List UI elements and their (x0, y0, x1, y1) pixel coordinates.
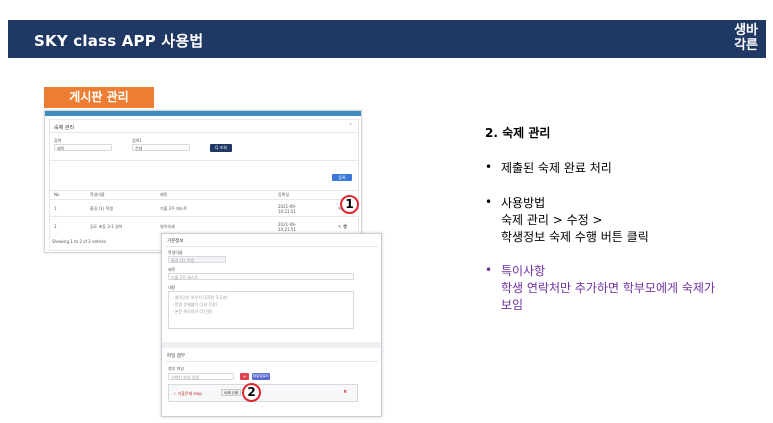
brand-logo-line2: 각른 (734, 38, 758, 53)
bullet-text: 제출된 숙제 완료 처리 (501, 161, 612, 175)
attached-file-name: ✓ 기출문제.hwp (173, 391, 202, 396)
title-field[interactable]: 기출 2주 테스트 (168, 273, 354, 280)
bullet-text: 특이사항 (501, 264, 546, 278)
card-title: 숙제 관리 (54, 125, 74, 131)
bullet-dot: • (485, 160, 493, 174)
divider (50, 216, 358, 217)
header-title: SKY class APP 사용법 (34, 32, 204, 50)
category-value: 전체 (135, 146, 143, 151)
row-title: 기출 2주 테스트 (160, 206, 188, 211)
brand-logo: 생바 각른 (734, 23, 758, 53)
bullet-dot: • (485, 263, 493, 277)
row-student: 홍길 (1) 학생 (90, 206, 113, 211)
row-no: 1 (54, 224, 57, 229)
content-line: - 문법 문제풀이 (1과 문장) (172, 302, 218, 307)
row-title: 영어숙제 (160, 224, 175, 229)
basic-info-title: 기본정보 (167, 239, 184, 244)
homework-edit-screenshot: 기본정보 학생이름 홍길 (1) 학생 제목 기출 2주 테스트 내용 - 영어… (161, 233, 382, 417)
column-header: No (54, 192, 60, 197)
row-student: 김도 초등 3-1 영어 (90, 224, 123, 229)
row-date: 2021-09-10:21:51 (278, 204, 297, 214)
content-textarea[interactable]: - 영어단어 외우기 (1학년 1-1과) - 문법 문제풀이 (1과 문장) … (168, 291, 354, 329)
upload-button[interactable]: 파일업로드 (252, 373, 270, 380)
attached-file-list: ✓ 기출문제.hwp 숙제 수행 ✖ (168, 384, 358, 402)
row-date: 2021-09-10:21:51 (278, 222, 297, 232)
bullet-text: 학생 연락처만 추가하면 학부모에게 숙제가 (501, 281, 715, 295)
row-no: 1 (54, 206, 57, 211)
divider (166, 246, 378, 247)
header-bar: SKY class APP 사용법 생바 각른 (8, 20, 766, 58)
add-button[interactable]: 등록 (332, 174, 352, 181)
content-line: - 영어단어 외우기 (1학년 1-1과) (172, 295, 228, 300)
screenshot-topbar (45, 111, 361, 116)
homework-card: 숙제 관리 ˄ 검색 제목 검색1 전체 Q 조회 등록 No 학생이름 제목 … (49, 119, 359, 251)
bullet-text: 사용방법 (501, 196, 546, 210)
bullet-text: 숙제 관리 > 수정 > (501, 213, 603, 227)
column-header: 학생이름 (90, 192, 105, 197)
delete-icon[interactable]: ✖ (343, 390, 347, 395)
divider (50, 199, 358, 200)
search-type-select[interactable]: 제목 (54, 144, 112, 151)
student-value: 홍길 (1) 학생 (171, 258, 194, 263)
callout-2: 2 (242, 383, 261, 402)
section-gap (162, 342, 381, 348)
file-select[interactable]: 선택된 파일 없음 (168, 373, 234, 380)
bullet-text: 보임 (501, 298, 524, 312)
row-actions[interactable]: ✎ 🗑 (338, 224, 348, 229)
divider (166, 361, 378, 362)
column-header: 제목 (160, 192, 168, 197)
column-header: 등록일 (278, 192, 290, 197)
content-line: - 본문 해석하기 (1단원) (172, 309, 213, 314)
section-tag: 게시판 관리 (44, 87, 154, 108)
category-select[interactable]: 전체 (132, 144, 190, 151)
bullet-text: 학생정보 숙제 수행 버튼 클릭 (501, 230, 649, 244)
file-select-value: 선택된 파일 없음 (171, 375, 200, 380)
add-file-button[interactable]: + (240, 373, 249, 380)
search-button[interactable]: Q 조회 (210, 144, 232, 152)
file-section-title: 파일 첨부 (167, 354, 185, 359)
homework-list-screenshot: 숙제 관리 ˄ 검색 제목 검색1 전체 Q 조회 등록 No 학생이름 제목 … (44, 110, 362, 253)
table-footer: Showing 1 to 2 of 2 entries (52, 239, 106, 244)
bullet-dot: • (485, 195, 493, 209)
brand-logo-line1: 생바 (734, 23, 758, 38)
divider (50, 160, 358, 161)
table-header-line (50, 190, 358, 191)
student-field[interactable]: 홍길 (1) 학생 (168, 256, 226, 263)
file-label: 첨부 파일 (168, 366, 184, 371)
divider (50, 132, 358, 133)
panel-heading: 2. 숙제 관리 (485, 126, 551, 140)
collapse-icon[interactable]: ˄ (349, 123, 352, 130)
search-type-value: 제목 (57, 146, 65, 151)
title-value: 기출 2주 테스트 (171, 275, 199, 280)
callout-1: 1 (340, 195, 359, 214)
slide: SKY class APP 사용법 생바 각른 게시판 관리 숙제 관리 ˄ 검… (0, 0, 773, 423)
homework-done-button[interactable]: 숙제 수행 (221, 389, 241, 396)
